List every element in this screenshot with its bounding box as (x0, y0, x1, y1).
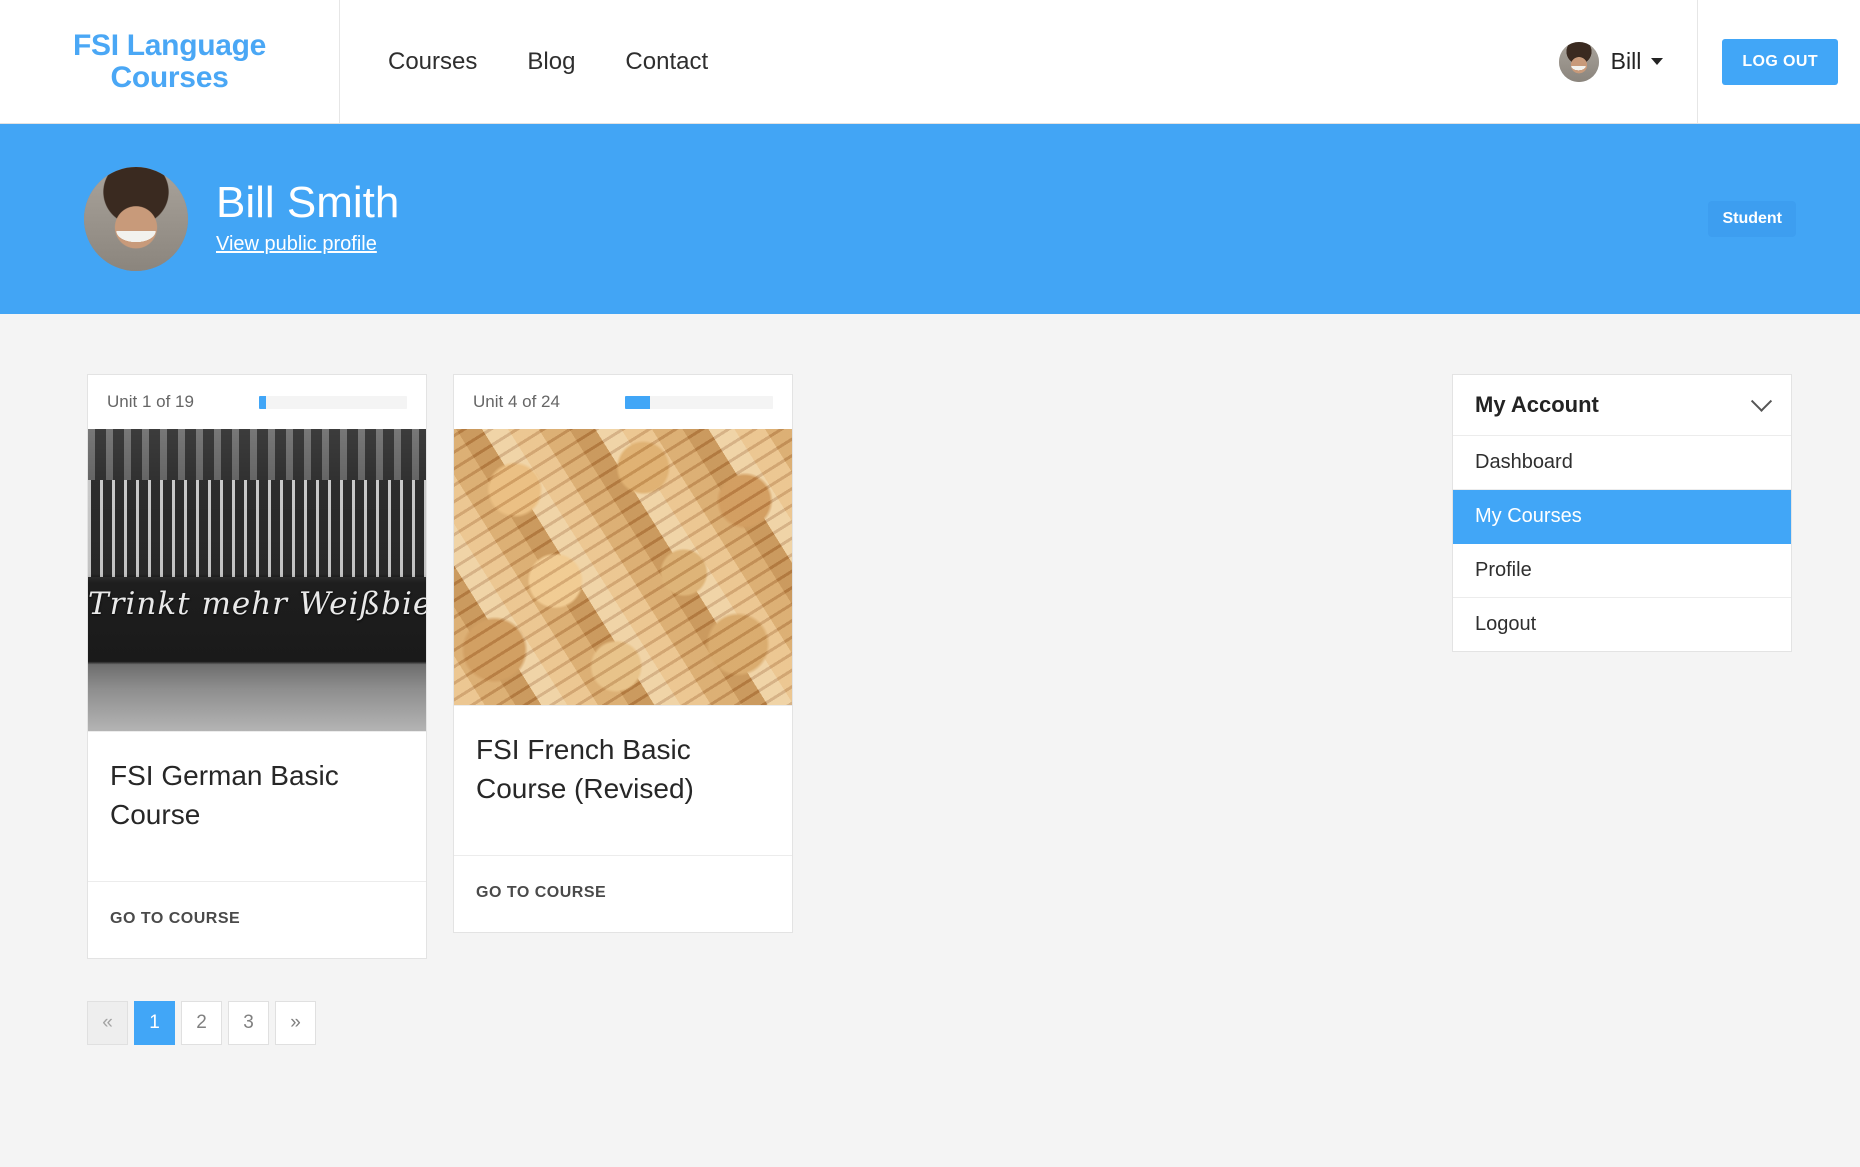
my-account-panel: My Account Dashboard My Courses Profile … (1452, 374, 1792, 652)
sidebar-item-dashboard[interactable]: Dashboard (1453, 436, 1791, 490)
avatar (1558, 41, 1599, 82)
log-out-button[interactable]: LOG OUT (1722, 38, 1838, 85)
sidebar: My Account Dashboard My Courses Profile … (1452, 374, 1792, 652)
profile-avatar (84, 167, 188, 271)
course-title-area: FSI German Basic Course (88, 731, 426, 881)
chevron-down-icon (1651, 58, 1664, 65)
nav-right-group: Bill LOG OUT (1558, 0, 1860, 123)
sidebar-item-my-courses[interactable]: My Courses (1453, 490, 1791, 544)
course-card[interactable]: Unit 1 of 19 Trinkt mehr Weißbier FSI Ge… (87, 374, 427, 959)
brand-logo[interactable]: FSI Language Courses (0, 0, 340, 123)
logout-button-wrapper: LOG OUT (1698, 38, 1860, 85)
profile-avatar-photo (84, 167, 188, 271)
courses-column: Unit 1 of 19 Trinkt mehr Weißbier FSI Ge… (0, 374, 793, 1045)
course-card-progress-header: Unit 1 of 19 (88, 375, 426, 429)
user-name-label: Bill (1610, 48, 1642, 74)
course-title: FSI German Basic Course (110, 760, 339, 831)
pagination-page-3[interactable]: 3 (228, 1001, 269, 1045)
profile-banner: Bill Smith View public profile Student (0, 124, 1860, 314)
profile-banner-identity: Bill Smith View public profile (84, 167, 399, 271)
chevron-down-icon (1750, 390, 1773, 412)
brand-logo-line-2: Courses (110, 60, 229, 94)
nav-item-blog[interactable]: Blog (527, 48, 575, 76)
course-title: FSI French Basic Course (Revised) (476, 734, 694, 805)
course-title-area: FSI French Basic Course (Revised) (454, 705, 792, 855)
go-to-course-button[interactable]: GO TO COURSE (476, 884, 606, 902)
course-card-list: Unit 1 of 19 Trinkt mehr Weißbier FSI Ge… (87, 374, 793, 959)
main-content: Unit 1 of 19 Trinkt mehr Weißbier FSI Ge… (0, 314, 1860, 1045)
brand-logo-text: FSI Language Courses (73, 30, 266, 93)
nav-item-contact[interactable]: Contact (625, 48, 708, 76)
pagination-page-1[interactable]: 1 (134, 1001, 175, 1045)
avatar-photo (1558, 41, 1599, 82)
course-unit-label: Unit 1 of 19 (107, 392, 194, 411)
nav-item-courses[interactable]: Courses (388, 48, 477, 76)
course-progress-bar (259, 395, 407, 409)
course-thumbnail-caption: Trinkt mehr Weißbier (88, 586, 426, 623)
brand-logo-line-1: FSI Language (72, 29, 267, 62)
sidebar-item-profile[interactable]: Profile (1453, 544, 1791, 598)
view-public-profile-link[interactable]: View public profile (216, 233, 377, 256)
course-card-progress-header: Unit 4 of 24 (454, 375, 792, 429)
course-progress-fill (625, 395, 651, 409)
course-card-footer: GO TO COURSE (454, 855, 792, 932)
course-unit-label: Unit 4 of 24 (473, 392, 560, 411)
primary-nav-links: Courses Blog Contact (340, 0, 1559, 123)
pagination-next[interactable]: » (275, 1001, 316, 1045)
course-progress-fill (259, 395, 267, 409)
course-thumbnail-photo (454, 429, 792, 705)
course-thumbnail-image: Trinkt mehr Weißbier (88, 429, 426, 731)
status-badge: Student (1708, 201, 1796, 237)
my-account-panel-header[interactable]: My Account (1453, 375, 1791, 436)
profile-banner-text: Bill Smith View public profile (216, 178, 399, 260)
pagination-prev[interactable]: « (87, 1001, 128, 1045)
course-card-footer: GO TO COURSE (88, 881, 426, 958)
my-account-panel-title: My Account (1475, 392, 1599, 417)
course-progress-bar (625, 395, 773, 409)
course-thumbnail-photo (88, 429, 426, 731)
go-to-course-button[interactable]: GO TO COURSE (110, 910, 240, 928)
course-card[interactable]: Unit 4 of 24 FSI French Basic Course (Re… (453, 374, 793, 933)
course-thumbnail-image (454, 429, 792, 705)
user-account-dropdown[interactable]: Bill (1558, 0, 1699, 123)
sidebar-item-logout[interactable]: Logout (1453, 598, 1791, 651)
top-navigation-bar: FSI Language Courses Courses Blog Contac… (0, 0, 1860, 124)
pagination: « 1 2 3 » (87, 1001, 793, 1045)
pagination-page-2[interactable]: 2 (181, 1001, 222, 1045)
profile-name: Bill Smith (216, 178, 400, 228)
